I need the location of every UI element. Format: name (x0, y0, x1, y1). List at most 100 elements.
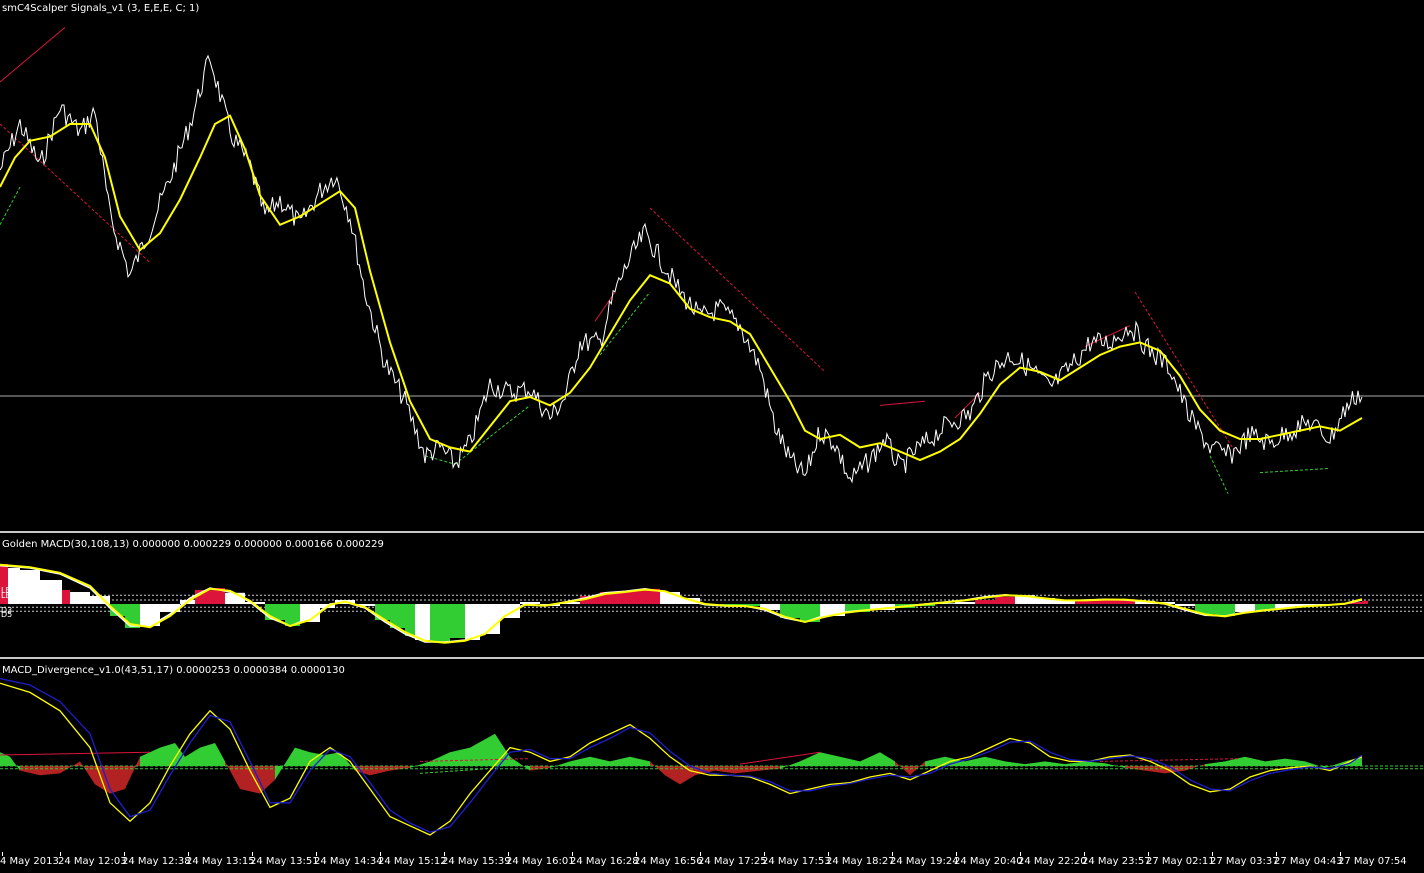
macd-divergence-chart (0, 677, 1424, 836)
time-tick-label: 24 May 12:03 (58, 856, 127, 867)
golden-macd-title: Golden MACD(30,108,13) 0.000000 0.000229… (2, 539, 384, 550)
divergence-area (200, 743, 215, 766)
trend-line (0, 27, 66, 83)
divergence-area (1245, 756, 1265, 766)
time-tick-label: 24 May 15:12 (378, 856, 447, 867)
divergence-area (630, 756, 650, 766)
divergence-area (295, 747, 310, 766)
time-tick-label: 24 May 17:53 (762, 856, 831, 867)
divergence-area (0, 752, 10, 766)
divergence-area (1225, 756, 1245, 766)
main-indicator-title: smC4Scalper Signals_v1 (3, E,E,E, C; 1) (2, 3, 200, 14)
divergence-area (110, 766, 125, 794)
trend-line (0, 186, 21, 226)
trend-line (879, 400, 926, 406)
divergence-area (965, 756, 985, 766)
time-tick-label: 24 May 14:34 (314, 856, 383, 867)
histogram-bar (1175, 604, 1195, 606)
time-tick-label: 24 May 16:01 (506, 856, 575, 867)
divergence-area (570, 756, 590, 766)
main-chart (0, 27, 1424, 494)
time-tick-label: 24 May 12:38 (122, 856, 191, 867)
divergence-area (880, 752, 895, 766)
histogram-bar (405, 604, 415, 636)
divergence-area (40, 766, 60, 776)
time-tick-label: 27 May 07:54 (1338, 856, 1407, 867)
divergence-area (450, 747, 470, 766)
macd-divergence-title: MACD_Divergence_v1.0(43,51,17) 0.0000253… (2, 665, 345, 676)
trend-line (424, 455, 456, 465)
macd-divergence-pane[interactable]: MACD_Divergence_v1.0(43,51,17) 0.0000253… (0, 662, 1424, 852)
divergence-area (1005, 761, 1025, 766)
trend-line (454, 405, 531, 465)
trend-line (1134, 291, 1236, 452)
divergence-trend-line (0, 751, 151, 756)
divergence-area (410, 761, 430, 768)
time-tick-label: 24 May 13:15 (186, 856, 255, 867)
golden-macd-pane[interactable]: LB3 LB5 D3 D5 Golden MACD(30,108,13) 0.0000… (0, 536, 1424, 656)
divergence-area (550, 761, 570, 768)
divergence-area (985, 756, 1005, 766)
time-tick-label: 24 May 16:28 (570, 856, 639, 867)
time-tick-label: 27 May 03:37 (1210, 856, 1279, 867)
divergence-area (430, 752, 450, 766)
time-tick-label: 24 May 19:24 (890, 856, 959, 867)
divergence-area (1045, 761, 1065, 766)
histogram-bar (995, 596, 1015, 604)
divergence-area (840, 756, 860, 766)
time-tick-label: 24 May 13:51 (250, 856, 319, 867)
divergence-area (590, 756, 610, 766)
divergence-area (1085, 761, 1105, 766)
level-label: D5 (1, 610, 12, 619)
trend-line (1259, 467, 1331, 474)
time-tick-label: 24 May 17:25 (698, 856, 767, 867)
trend-line (1209, 455, 1229, 494)
divergence-area (715, 766, 735, 774)
histogram-bar (520, 602, 540, 604)
divergence-area (140, 747, 160, 766)
histogram-bar (1362, 600, 1368, 604)
golden-macd-chart: LB3LB5D3D5 (0, 563, 1424, 644)
price-line (0, 54, 1363, 484)
divergence-area (215, 743, 225, 766)
divergence-area (325, 752, 340, 766)
divergence-area (470, 733, 495, 766)
divergence-area (260, 766, 275, 794)
divergence-area (125, 756, 140, 789)
time-tick-label: 24 May 20:40 (954, 856, 1023, 867)
histogram-bar (450, 604, 465, 638)
divergence-area (20, 766, 40, 776)
histogram-bar (20, 570, 40, 604)
time-tick-label: 24 May 23:57 (1082, 856, 1151, 867)
histogram-bar (975, 600, 995, 604)
pane-separator[interactable] (0, 531, 1424, 533)
time-tick-label: 27 May 04:43 (1274, 856, 1343, 867)
divergence-trend-line (1099, 758, 1241, 762)
divergence-area (780, 761, 800, 769)
trend-line (599, 291, 651, 356)
time-tick-label: 24 May 22:20 (1018, 856, 1087, 867)
time-tick-label: 4 May 2013 (0, 856, 59, 867)
divergence-area (370, 766, 390, 776)
level-label: LB5 (1, 591, 16, 600)
pane-separator[interactable] (0, 657, 1424, 659)
time-tick-label: 27 May 02:11 (1146, 856, 1215, 867)
divergence-area (610, 756, 630, 766)
divergence-area (1265, 758, 1285, 766)
divergence-area (820, 752, 840, 766)
divergence-area (1205, 761, 1225, 766)
divergence-area (1065, 761, 1085, 766)
divergence-area (1185, 764, 1205, 771)
main-chart-pane[interactable]: smC4Scalper Signals_v1 (3, E,E,E, C; 1) (0, 0, 1424, 530)
time-tick-label: 24 May 18:27 (826, 856, 895, 867)
time-tick-label: 24 May 15:39 (442, 856, 511, 867)
divergence-area (1025, 761, 1045, 766)
divergence-area (275, 747, 295, 780)
histogram-bar (430, 604, 450, 642)
histogram-bar (40, 580, 62, 604)
histogram-bar (62, 590, 70, 604)
divergence-area (60, 761, 80, 774)
divergence-area (860, 752, 880, 766)
trend-line (0, 123, 151, 263)
time-tick-label: 24 May 16:56 (634, 856, 703, 867)
